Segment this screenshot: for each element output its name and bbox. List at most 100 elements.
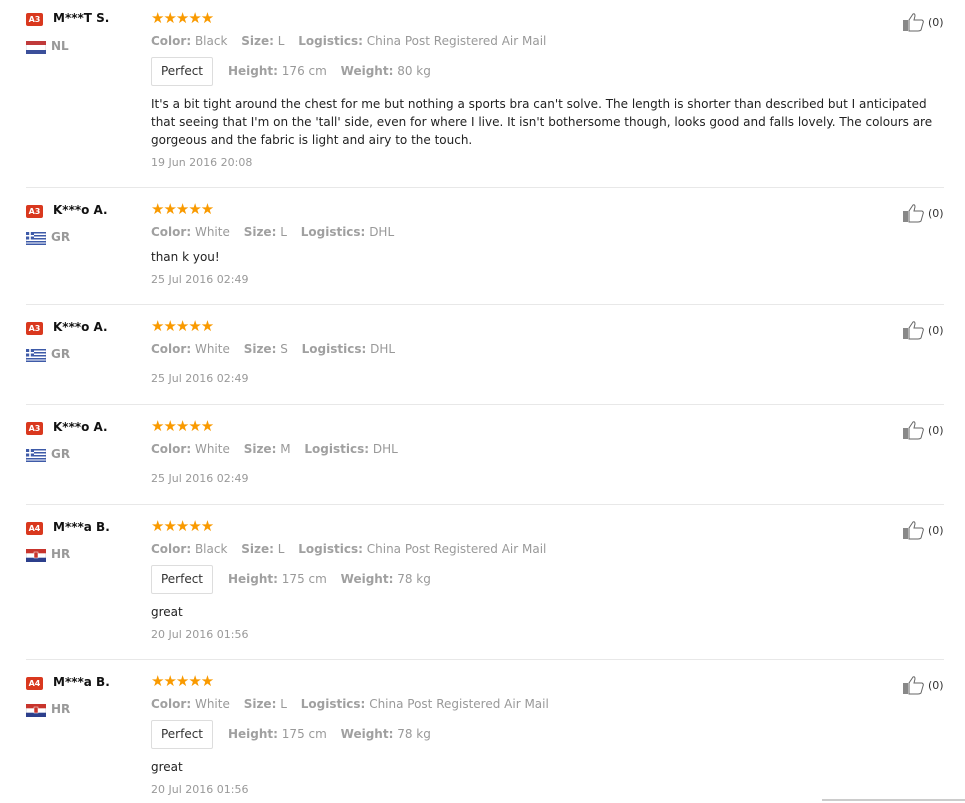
buyer-level-badge: A3	[26, 322, 43, 335]
thumbs-up-icon	[903, 521, 924, 540]
order-meta: Color: White Size: M Logistics: DHL	[151, 442, 398, 456]
reviewer-country: HR	[51, 547, 71, 561]
size-value: M	[280, 442, 291, 456]
color-value: White	[194, 442, 230, 456]
helpful-count: (0)	[928, 678, 944, 692]
buyer-level-badge: A3	[26, 205, 43, 218]
reviewer-country: HR	[51, 702, 71, 716]
weight-label: Weight:	[340, 64, 394, 78]
reviewer-name: K***o A.	[53, 420, 108, 434]
body-measurements: Height: 175 cm Weight: 78 kg	[228, 572, 431, 586]
star-rating: ★★★★★	[151, 9, 214, 27]
logistics-label: Logistics:	[300, 225, 366, 239]
gr-flag-icon	[25, 347, 47, 363]
size-label: Size:	[241, 542, 274, 556]
size-value: L	[277, 542, 285, 556]
order-meta: Color: White Size: L Logistics: DHL	[151, 225, 394, 239]
order-meta: Color: White Size: L Logistics: China Po…	[151, 697, 549, 711]
reviewer-country: NL	[51, 39, 69, 53]
size-label: Size:	[243, 225, 277, 239]
hr-flag-icon	[25, 702, 47, 718]
color-value: White	[194, 697, 230, 711]
logistics-value: China Post Registered Air Mail	[366, 34, 547, 48]
logistics-value: DHL	[370, 342, 396, 356]
color-label: Color:	[151, 34, 192, 48]
reviewer-name: M***T S.	[53, 11, 110, 25]
color-value: White	[194, 225, 230, 239]
color-label: Color:	[151, 225, 192, 239]
helpful-button[interactable]: (0)	[902, 675, 944, 695]
body-measurements: Height: 176 cm Weight: 80 kg	[228, 64, 431, 78]
divider	[26, 304, 944, 305]
helpful-button[interactable]: (0)	[902, 12, 944, 32]
helpful-count: (0)	[928, 423, 944, 437]
size-value: L	[280, 697, 287, 711]
logistics-label: Logistics:	[300, 697, 366, 711]
helpful-button[interactable]: (0)	[902, 520, 944, 540]
helpful-count: (0)	[928, 523, 944, 537]
height-label: Height:	[228, 64, 278, 78]
review-text: great	[151, 605, 183, 619]
size-value: L	[280, 225, 287, 239]
divider	[26, 404, 944, 405]
color-value: White	[194, 342, 230, 356]
review-text: than k you!	[151, 250, 220, 264]
thumbs-up-icon	[903, 204, 924, 223]
logistics-label: Logistics:	[301, 342, 367, 356]
weight-label: Weight:	[340, 727, 394, 741]
helpful-button[interactable]: (0)	[902, 420, 944, 440]
color-label: Color:	[151, 342, 192, 356]
buyer-level-badge: A3	[26, 422, 43, 435]
height-value: 176 cm	[281, 64, 327, 78]
size-label: Size:	[243, 442, 277, 456]
reviewer-name: M***a B.	[53, 675, 110, 689]
thumbs-up-icon	[903, 13, 924, 32]
weight-value: 78 kg	[397, 572, 431, 586]
height-value: 175 cm	[281, 727, 327, 741]
nl-flag-icon	[25, 39, 47, 55]
size-label: Size:	[243, 342, 277, 356]
logistics-label: Logistics:	[304, 442, 370, 456]
helpful-button[interactable]: (0)	[902, 320, 944, 340]
scroll-edge	[822, 799, 965, 801]
logistics-value: China Post Registered Air Mail	[369, 697, 549, 711]
thumbs-up-icon	[903, 421, 924, 440]
weight-value: 80 kg	[397, 64, 431, 78]
star-rating: ★★★★★	[151, 672, 214, 690]
review-date: 25 Jul 2016 02:49	[151, 372, 249, 385]
fit-rating-tag: Perfect	[151, 565, 213, 594]
divider	[26, 187, 944, 188]
reviewer-country: GR	[51, 230, 71, 244]
gr-flag-icon	[25, 230, 47, 246]
divider	[26, 659, 944, 660]
reviewer-name: K***o A.	[53, 320, 108, 334]
review-date: 20 Jul 2016 01:56	[151, 783, 249, 796]
color-label: Color:	[151, 542, 192, 556]
review-text: It's a bit tight around the chest for me…	[151, 97, 933, 147]
review-date: 19 Jun 2016 20:08	[151, 156, 253, 169]
buyer-level-badge: A3	[26, 13, 43, 26]
reviewer-name: K***o A.	[53, 203, 108, 217]
review-date: 25 Jul 2016 02:49	[151, 472, 249, 485]
height-label: Height:	[228, 572, 278, 586]
weight-label: Weight:	[340, 572, 394, 586]
hr-flag-icon	[25, 547, 47, 563]
color-value: Black	[194, 34, 228, 48]
review-date: 20 Jul 2016 01:56	[151, 628, 249, 641]
logistics-value: DHL	[369, 225, 395, 239]
order-meta: Color: Black Size: L Logistics: China Po…	[151, 542, 546, 556]
color-label: Color:	[151, 697, 192, 711]
helpful-button[interactable]: (0)	[902, 203, 944, 223]
color-label: Color:	[151, 442, 192, 456]
review-date: 25 Jul 2016 02:49	[151, 273, 249, 286]
weight-value: 78 kg	[397, 727, 431, 741]
fit-rating-tag: Perfect	[151, 57, 213, 86]
color-value: Black	[194, 542, 228, 556]
star-rating: ★★★★★	[151, 417, 214, 435]
logistics-label: Logistics:	[298, 542, 363, 556]
star-rating: ★★★★★	[151, 200, 214, 218]
logistics-label: Logistics:	[298, 34, 363, 48]
buyer-level-badge: A4	[26, 522, 43, 535]
size-value: L	[277, 34, 285, 48]
gr-flag-icon	[25, 447, 47, 463]
